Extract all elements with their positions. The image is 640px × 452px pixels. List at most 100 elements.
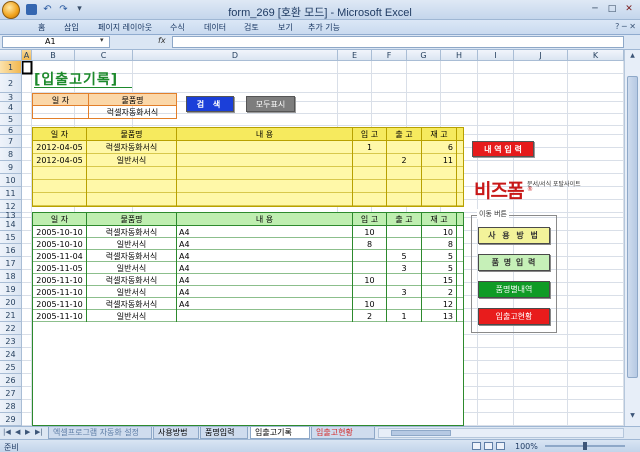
row-header-19[interactable]: 19 [0,283,22,296]
input-table-cell[interactable] [387,167,422,180]
sheet-tab-settings[interactable]: 엑셀프로그램 자동화 설정 [48,427,152,439]
record-table-cell[interactable]: A4 [177,238,353,250]
record-table-cell[interactable]: 2005-11-10 [33,286,87,298]
insert-function-icon[interactable]: fx [158,36,166,45]
sheet-tab-records[interactable]: 입출고기록 [250,427,310,439]
record-table-cell[interactable]: 10 [353,226,387,238]
record-table-cell[interactable]: 2 [353,310,387,322]
row-header-26[interactable]: 26 [0,374,22,387]
row-header-16[interactable]: 16 [0,244,22,257]
record-table-cell[interactable]: A4 [177,226,353,238]
input-table-cell[interactable] [387,180,422,193]
input-table-cell[interactable] [177,141,353,154]
record-table-cell[interactable]: A4 [177,286,353,298]
nav-howto-button[interactable]: 사 용 방 법 [478,227,550,244]
row-header-3[interactable]: 3 [0,93,22,102]
record-table-cell[interactable] [353,250,387,262]
tab-data[interactable]: 데이터 [204,22,226,33]
record-table-cell[interactable]: A4 [177,274,353,286]
column-header-d[interactable]: D [133,50,338,61]
row-header-7[interactable]: 7 [0,135,22,148]
record-table-cell[interactable]: 10 [353,274,387,286]
record-table-cell[interactable]: 2005-10-10 [33,238,87,250]
column-header-g[interactable]: G [407,50,441,61]
nav-by-product-button[interactable]: 품명별내역 [478,281,550,298]
row-header-17[interactable]: 17 [0,257,22,270]
sheet-tab-product[interactable]: 품명입력 [200,427,248,439]
vertical-scrollbar[interactable]: ▲ ▼ [624,50,640,426]
row-header-23[interactable]: 23 [0,335,22,348]
record-table-cell[interactable]: 10 [422,226,457,238]
zoom-level[interactable]: 100% [515,442,538,451]
tab-addins[interactable]: 추가 기능 [308,22,340,33]
input-table-cell[interactable]: 2 [387,154,422,167]
row-header-20[interactable]: 20 [0,296,22,309]
column-header-b[interactable]: B [32,50,75,61]
tab-formulas[interactable]: 수식 [170,22,185,33]
tab-view[interactable]: 보기 [278,22,293,33]
input-table-cell[interactable] [33,180,87,193]
record-entry-button[interactable]: 내 역 입 력 [472,141,534,157]
input-table-cell[interactable] [33,193,87,206]
input-table-cell[interactable] [177,180,353,193]
record-table-cell[interactable]: 13 [422,310,457,322]
column-header-c[interactable]: C [75,50,133,61]
sheet-tab-howto[interactable]: 사용방법 [153,427,199,439]
row-header-22[interactable]: 22 [0,322,22,335]
name-box[interactable]: A1 [2,36,110,48]
record-table-cell[interactable] [353,286,387,298]
record-table-cell[interactable]: 일반서식 [87,310,177,322]
column-header-a[interactable]: A [22,50,32,61]
row-header-18[interactable]: 18 [0,270,22,283]
column-header-f[interactable]: F [372,50,407,61]
chevron-down-icon[interactable]: ▾ [100,36,104,44]
column-header-k[interactable]: K [568,50,624,61]
record-table-cell[interactable] [387,298,422,310]
input-table-cell[interactable] [87,193,177,206]
input-table-cell[interactable] [87,167,177,180]
zoom-slider-handle[interactable] [583,442,587,450]
input-table-cell[interactable] [177,154,353,167]
column-header-i[interactable]: I [478,50,514,61]
tab-insert[interactable]: 삽입 [64,22,79,33]
record-table-cell[interactable]: 5 [422,250,457,262]
record-table-cell[interactable]: 2 [422,286,457,298]
prev-sheet-icon[interactable]: ◀ [15,428,20,436]
record-table-cell[interactable]: 럭셀자동화서식 [87,274,177,286]
worksheet[interactable]: [입출고기록] 일 자 물품명 럭셀자동화서식 검 색 모두표시 일 자 물품명 내… [22,61,624,426]
record-table-cell[interactable] [353,262,387,274]
first-sheet-icon[interactable]: |◀ [3,428,11,436]
column-header-j[interactable]: J [514,50,568,61]
maximize-button[interactable]: □ [605,3,619,16]
row-header-28[interactable]: 28 [0,400,22,413]
row-header-5[interactable]: 5 [0,114,22,126]
input-table-cell[interactable]: 1 [353,141,387,154]
row-header-25[interactable]: 25 [0,361,22,374]
input-table-cell[interactable] [353,193,387,206]
record-table-cell[interactable]: 일반서식 [87,262,177,274]
page-layout-view-icon[interactable] [484,442,493,450]
row-header-21[interactable]: 21 [0,309,22,322]
row-header-15[interactable]: 15 [0,231,22,244]
scroll-down-icon[interactable]: ▼ [627,412,638,422]
row-header-10[interactable]: 10 [0,174,22,187]
record-table-cell[interactable]: 2005-11-04 [33,250,87,262]
row-header-11[interactable]: 11 [0,187,22,200]
record-table-cell[interactable]: 15 [422,274,457,286]
input-table-cell[interactable]: 11 [422,154,457,167]
page-break-view-icon[interactable] [496,442,505,450]
record-table-cell[interactable]: 5 [422,262,457,274]
minimize-button[interactable]: ─ [588,3,602,16]
input-table-cell[interactable] [422,167,457,180]
input-table-cell[interactable]: 6 [422,141,457,154]
record-table-cell[interactable]: 2005-11-05 [33,262,87,274]
record-table-cell[interactable]: 일반서식 [87,286,177,298]
normal-view-icon[interactable] [472,442,481,450]
formula-input[interactable] [172,36,624,48]
select-all-button[interactable] [0,50,22,61]
sheet-tab-status[interactable]: 입출고현황 [311,427,375,439]
record-table-cell[interactable]: 8 [353,238,387,250]
next-sheet-icon[interactable]: ▶ [25,428,30,436]
record-table-cell[interactable]: A4 [177,298,353,310]
close-button[interactable]: ✕ [622,3,636,16]
